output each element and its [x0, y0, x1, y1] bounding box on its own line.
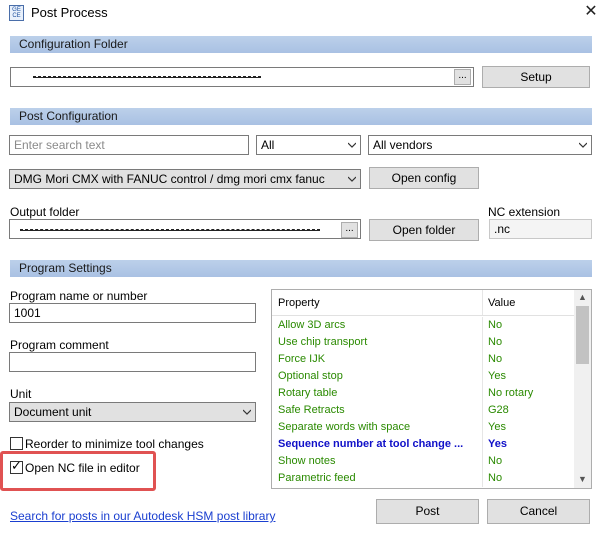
section-program-settings: Program Settings [10, 260, 592, 277]
table-row[interactable]: Rotary table No rotary [272, 385, 591, 402]
table-row[interactable]: Use chip transport No [272, 334, 591, 351]
table-row[interactable]: Show notes No [272, 453, 591, 470]
property-cell: Show notes [278, 455, 336, 467]
value-column-header: Value [488, 297, 516, 309]
table-row[interactable]: Optional stop Yes [272, 368, 591, 385]
setup-button[interactable]: Setup [482, 66, 590, 88]
property-column-header: Property [278, 297, 320, 309]
output-folder-browse-button[interactable]: ... [341, 222, 358, 238]
property-cell: Optional stop [278, 370, 343, 382]
scroll-thumb[interactable] [576, 306, 589, 364]
reorder-checkbox[interactable] [10, 437, 23, 450]
output-folder-label: Output folder [10, 205, 80, 219]
window-title: Post Process [31, 5, 108, 20]
cancel-button[interactable]: Cancel [487, 499, 590, 524]
vendor-select[interactable]: All vendors [368, 135, 592, 155]
table-row[interactable]: Force IJK No [272, 351, 591, 368]
table-row[interactable]: Allow 3D arcs No [272, 317, 591, 334]
unit-select[interactable]: Document unit [9, 402, 256, 422]
value-cell[interactable]: No [488, 317, 502, 334]
unit-label: Unit [10, 387, 32, 401]
scroll-down-icon[interactable]: ▼ [574, 472, 591, 486]
nc-extension-label: NC extension [488, 205, 561, 219]
value-cell[interactable]: No [488, 334, 502, 351]
table-row[interactable]: Safe Retracts G28 [272, 402, 591, 419]
property-cell: Safe Retracts [278, 404, 345, 416]
value-cell[interactable]: No rotary [488, 385, 533, 402]
value-cell[interactable]: No [488, 470, 502, 487]
nc-extension-field[interactable]: .nc [489, 219, 592, 239]
post-button[interactable]: Post [376, 499, 479, 524]
table-row[interactable]: Sequence number at tool change ... Yes [272, 436, 591, 453]
reorder-label: Reorder to minimize tool changes [25, 437, 204, 451]
section-configuration-folder: Configuration Folder [10, 36, 592, 53]
search-input[interactable]: Enter search text [9, 135, 249, 155]
chevron-down-icon [243, 409, 251, 415]
chevron-down-icon [579, 142, 587, 148]
chevron-down-icon [348, 176, 356, 182]
property-cell: Use chip transport [278, 336, 368, 348]
post-select-value: DMG Mori CMX with FANUC control / dmg mo… [14, 172, 325, 186]
property-cell: Parametric feed [278, 472, 356, 484]
value-cell[interactable]: No [488, 453, 502, 470]
program-name-field[interactable]: 1001 [9, 303, 256, 323]
value-cell[interactable]: Yes [488, 419, 506, 436]
annotation-highlight [0, 451, 156, 491]
property-cell: Allow 3D arcs [278, 319, 346, 331]
scroll-up-icon[interactable]: ▲ [574, 290, 591, 304]
post-library-link[interactable]: Search for posts in our Autodesk HSM pos… [10, 509, 275, 523]
chevron-down-icon [348, 142, 356, 148]
unit-select-value: Document unit [14, 405, 92, 419]
filter-select-value: All [261, 138, 275, 152]
section-post-configuration: Post Configuration [10, 108, 592, 125]
table-row[interactable]: Parametric feed No [272, 470, 591, 487]
value-cell[interactable]: Yes [488, 368, 506, 385]
table-row[interactable]: Separate words with space Yes [272, 419, 591, 436]
value-cell[interactable]: No [488, 351, 502, 368]
config-folder-field[interactable] [10, 67, 474, 87]
config-folder-browse-button[interactable]: ... [454, 69, 471, 85]
open-folder-button[interactable]: Open folder [369, 219, 479, 241]
program-comment-field[interactable] [9, 352, 256, 372]
value-cell[interactable]: Yes [488, 436, 507, 453]
property-cell: Sequence number at tool change ... [278, 438, 464, 450]
output-folder-field[interactable] [9, 219, 361, 239]
post-select[interactable]: DMG Mori CMX with FANUC control / dmg mo… [9, 169, 361, 189]
property-grid-header: Property Value [272, 290, 591, 316]
property-cell: Separate words with space [278, 421, 411, 433]
redacted-path [33, 76, 261, 78]
program-name-label: Program name or number [10, 289, 148, 303]
property-grid[interactable]: Property Value Allow 3D arcs No Use chip t… [271, 289, 592, 489]
property-cell: Force IJK [278, 353, 326, 365]
open-config-button[interactable]: Open config [369, 167, 479, 189]
close-icon[interactable]: ✕ [580, 2, 602, 24]
property-cell: Rotary table [278, 387, 338, 399]
property-grid-scrollbar[interactable]: ▲ ▼ [574, 290, 591, 488]
value-cell[interactable]: G28 [488, 402, 509, 419]
app-icon: GE CE [9, 5, 24, 21]
program-comment-label: Program comment [10, 338, 109, 352]
vendor-select-value: All vendors [373, 138, 433, 152]
redacted-path [20, 229, 320, 231]
filter-select[interactable]: All [256, 135, 361, 155]
